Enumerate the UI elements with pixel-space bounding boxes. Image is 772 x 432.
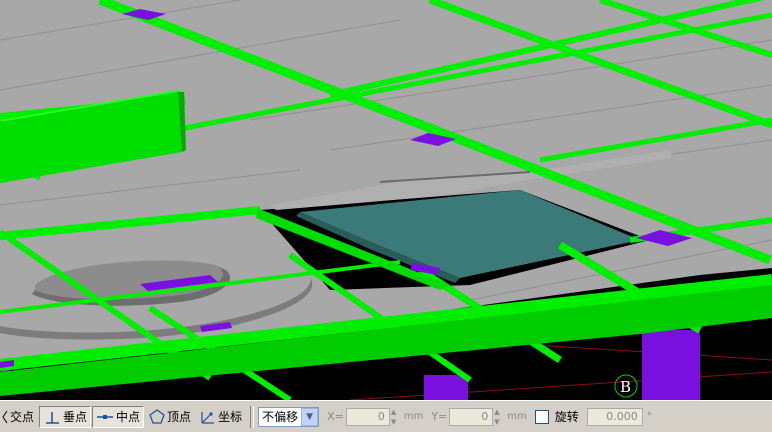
column [642, 330, 700, 400]
toolbar-separator [250, 405, 255, 428]
x-offset-label: X= [327, 410, 344, 423]
snap-perpendicular-button[interactable]: 垂点 [39, 405, 92, 428]
3d-viewport[interactable]: B [0, 0, 772, 400]
y-offset-input[interactable]: 0 [449, 407, 494, 426]
snap-toolbar: 交点 垂点 中点 顶点 坐标 不偏移 ▼ X= 0 ▲ ▼ mm Y= 0 ▲ ▼ … [0, 400, 772, 432]
x-offset-spinner[interactable]: ▲ ▼ [391, 408, 401, 426]
intersection-icon [2, 410, 8, 423]
snap-intersection-label: 交点 [10, 410, 35, 424]
snap-vertex-button[interactable]: 顶点 [145, 406, 195, 428]
snap-midpoint-label: 中点 [116, 410, 141, 424]
snap-midpoint-button[interactable]: 中点 [92, 405, 145, 428]
offset-mode-select[interactable]: 不偏移 ▼ [258, 406, 320, 427]
rotate-checkbox[interactable] [534, 409, 549, 424]
y-offset-unit: mm [507, 411, 527, 422]
x-offset-unit: mm [403, 411, 424, 422]
rotate-angle-input[interactable]: 0.000 [586, 407, 643, 426]
offset-mode-value: 不偏移 [262, 410, 299, 424]
x-offset-input[interactable]: 0 [345, 407, 390, 426]
snap-vertex-label: 顶点 [167, 410, 192, 424]
degree-symbol: ° [646, 410, 653, 423]
snap-coordinate-button[interactable]: 坐标 [196, 406, 246, 428]
coordinate-icon [201, 412, 215, 424]
vertex-icon [149, 409, 165, 424]
snap-intersection-button[interactable]: 交点 [0, 406, 38, 428]
axis-marker-label: B [620, 378, 631, 396]
rotate-label: 旋转 [554, 410, 579, 424]
snap-perpendicular-label: 垂点 [63, 410, 88, 424]
snap-coordinate-label: 坐标 [218, 410, 243, 424]
midpoint-icon [97, 414, 114, 419]
chevron-down-icon[interactable]: ▼ [301, 407, 319, 426]
y-offset-spinner[interactable]: ▲ ▼ [494, 408, 504, 426]
column [424, 375, 468, 400]
y-offset-label: Y= [431, 410, 448, 423]
perpendicular-icon [46, 411, 60, 424]
